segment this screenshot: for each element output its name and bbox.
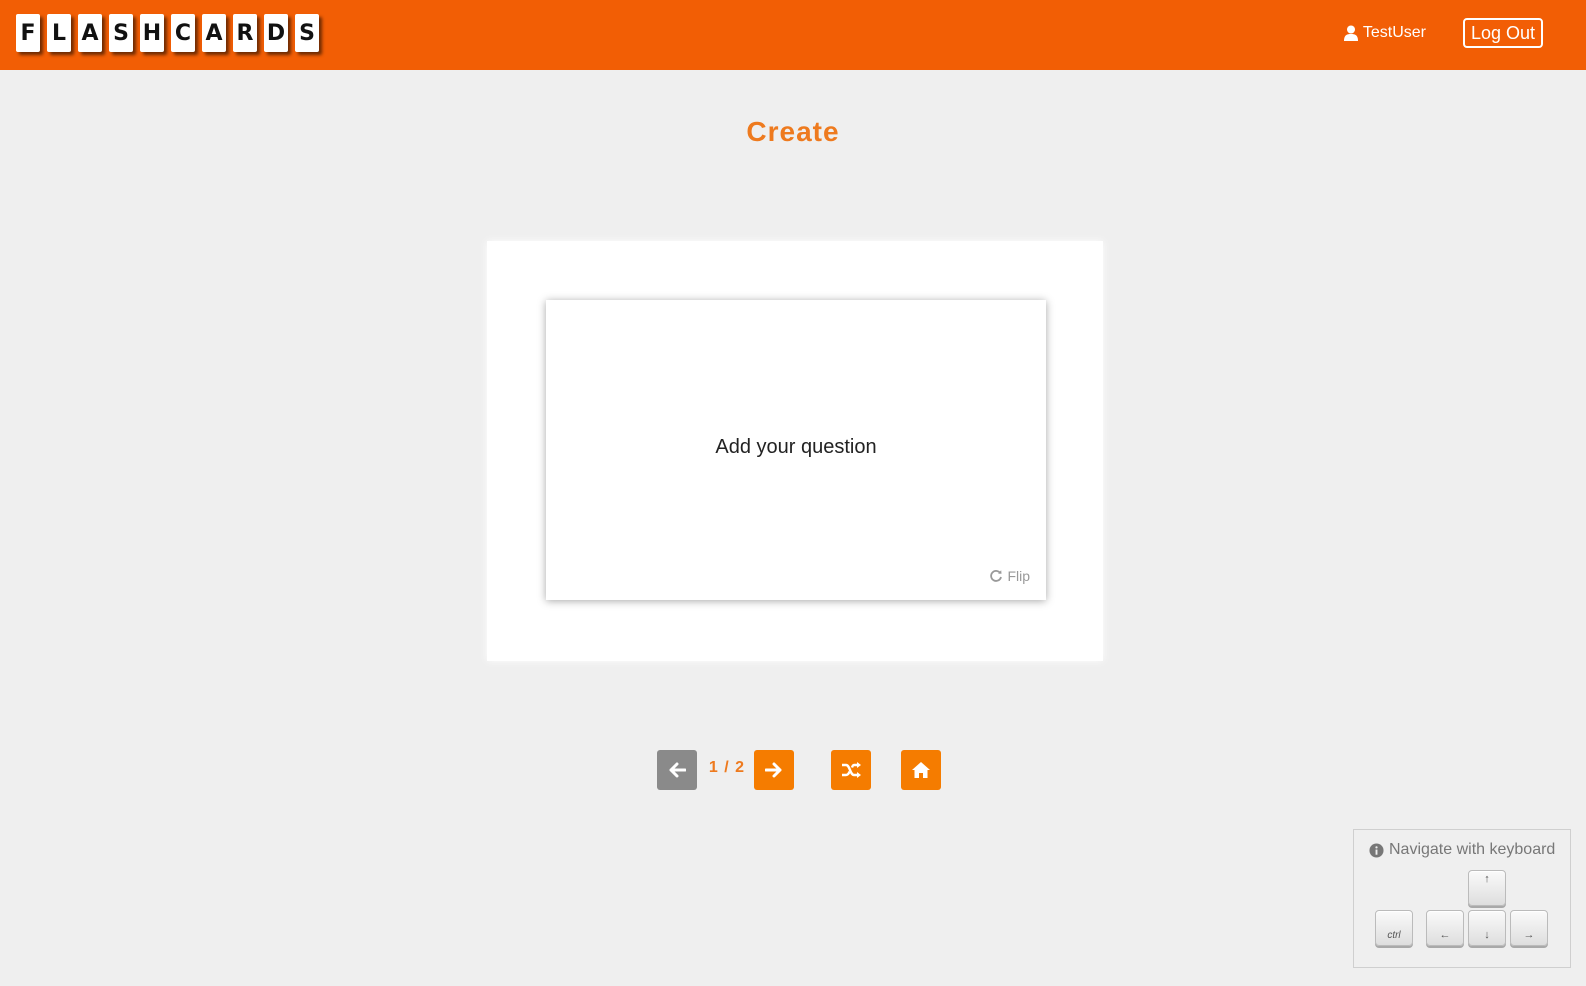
down-arrow-key: ↓ (1468, 910, 1506, 946)
logo-tile: F (16, 14, 40, 52)
logo-tile: C (171, 14, 195, 52)
info-icon (1369, 842, 1384, 858)
flashcards-logo[interactable]: F L A S H C A R D S (16, 14, 319, 52)
up-arrow-key: ↑ (1468, 870, 1506, 906)
flip-button[interactable]: Flip (989, 568, 1030, 584)
refresh-icon (990, 570, 1003, 582)
shuffle-icon (842, 762, 861, 778)
card-panel: Add your question Flip (487, 241, 1103, 661)
flip-label: Flip (1007, 568, 1030, 584)
card-question: Add your question (715, 436, 877, 458)
logo-tile: A (202, 14, 226, 52)
shuffle-button[interactable] (831, 750, 871, 790)
arrow-right-icon (765, 762, 782, 778)
logout-button[interactable]: Log Out (1463, 18, 1543, 48)
previous-card-button[interactable] (657, 750, 697, 790)
user-profile[interactable]: TestUser (1343, 22, 1426, 44)
keyboard-hint-label: Navigate with keyboard (1389, 841, 1556, 858)
username-label: TestUser (1362, 24, 1426, 41)
card-counter: 1 / 2 (708, 759, 746, 776)
right-arrow-key: → (1510, 910, 1548, 946)
keyboard-hint-panel: Navigate with keyboard ↑ ctrl ← ↓ → (1353, 829, 1571, 968)
logo-tile: L (47, 14, 71, 52)
logo-tile: R (233, 14, 257, 52)
top-navbar: F L A S H C A R D S TestUser Log Out (0, 0, 1586, 70)
logo-tile: S (109, 14, 133, 52)
left-arrow-key: ← (1426, 910, 1464, 946)
home-button[interactable] (901, 750, 941, 790)
ctrl-key: ctrl (1375, 910, 1413, 946)
home-icon (912, 762, 930, 778)
keyboard-hint-title: Navigate with keyboard (1369, 841, 1555, 859)
logo-tile: D (264, 14, 288, 52)
arrow-left-icon (669, 762, 686, 778)
page-title: Create (746, 116, 840, 147)
logo-tile: S (295, 14, 319, 52)
logo-tile: A (78, 14, 102, 52)
user-icon (1343, 25, 1358, 41)
logo-tile: H (140, 14, 164, 52)
flashcard[interactable]: Add your question Flip (546, 300, 1046, 600)
next-card-button[interactable] (754, 750, 794, 790)
